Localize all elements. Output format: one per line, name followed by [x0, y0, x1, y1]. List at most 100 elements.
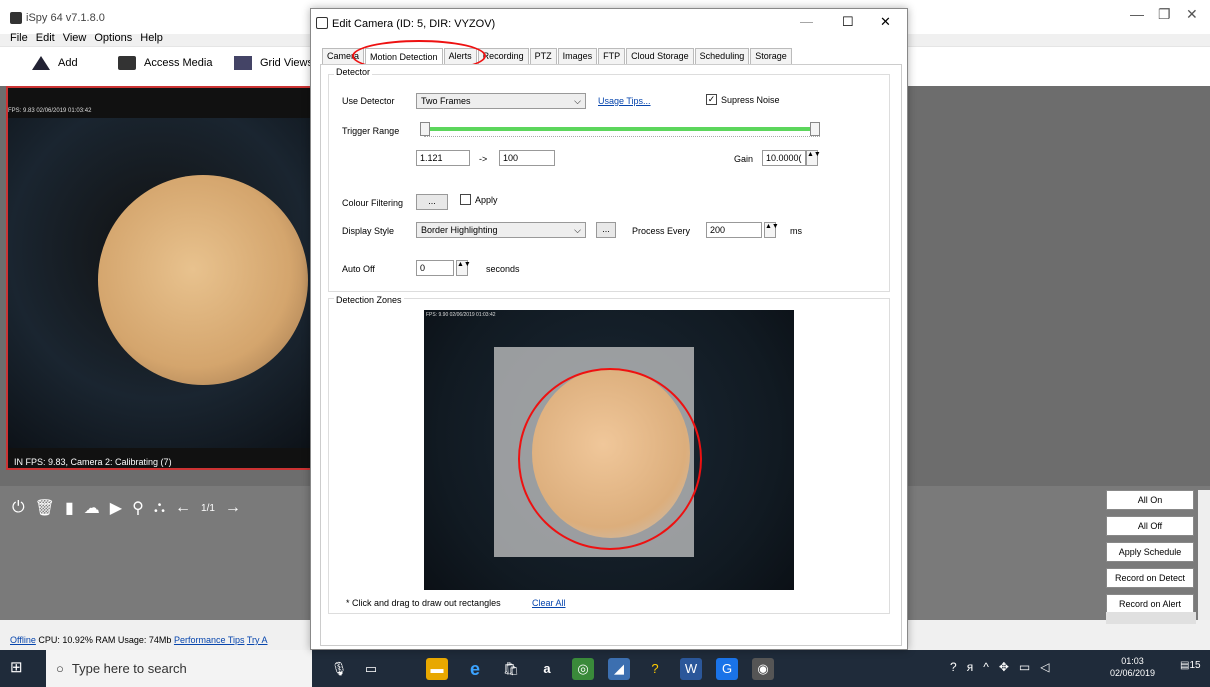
delete-icon[interactable]: 🗑 — [35, 498, 55, 518]
try-link[interactable]: Try A — [247, 635, 268, 645]
process-every-input[interactable]: 200 — [706, 222, 762, 238]
supress-noise-checkbox[interactable]: ✓ Supress Noise — [706, 94, 780, 105]
ispy-taskbar-icon[interactable]: ◉ — [752, 658, 774, 680]
access-media-button[interactable]: Access Media — [118, 56, 212, 70]
add-button[interactable]: Add — [32, 56, 78, 70]
tab-storage[interactable]: Storage — [750, 48, 792, 64]
menu-edit[interactable]: Edit — [36, 32, 55, 44]
auto-off-input[interactable]: 0 — [416, 260, 454, 276]
dialog-close-icon[interactable]: ✕ — [880, 14, 891, 30]
task-view-icon[interactable]: ▭ — [360, 658, 382, 680]
process-spinner-icon[interactable]: ▲▼ — [764, 222, 779, 238]
clear-all-link[interactable]: Clear All — [532, 598, 566, 608]
record-on-detect-button[interactable]: Record on Detect — [1106, 568, 1194, 588]
use-detector-select[interactable]: Two Frames ⌵ — [416, 93, 586, 109]
display-style-select[interactable]: Border Highlighting ⌵ — [416, 222, 586, 238]
tab-ftp[interactable]: FTP — [598, 48, 626, 64]
record-on-alert-button[interactable]: Record on Alert — [1106, 594, 1194, 614]
checkbox-checked-icon: ✓ — [706, 94, 717, 105]
use-detector-label: Use Detector — [342, 96, 395, 106]
save-icon[interactable]: ▮ — [65, 498, 74, 518]
trigger-range-track[interactable] — [424, 127, 820, 131]
all-off-button[interactable]: All Off — [1106, 516, 1194, 536]
g-app-icon[interactable]: G — [716, 658, 738, 680]
youtube-icon[interactable]: ▶ — [110, 498, 122, 518]
close-icon[interactable]: ✕ — [1186, 6, 1198, 23]
detector-group — [328, 74, 890, 292]
menu-view[interactable]: View — [63, 32, 87, 44]
search-icon[interactable]: ⚲ — [132, 498, 144, 518]
menu-file[interactable]: File — [10, 32, 28, 44]
chevron-up-icon[interactable]: ^ — [983, 660, 989, 674]
system-tray: ? ᴙ ^ ✥ ▭ ◁ — [950, 660, 1049, 674]
menubar: File Edit View Options Help — [10, 32, 171, 44]
usage-tips-link[interactable]: Usage Tips... — [598, 96, 651, 106]
help-tray-icon[interactable]: ? — [950, 660, 957, 674]
process-every-label: Process Every — [632, 226, 691, 236]
edge-icon[interactable]: e — [464, 658, 486, 680]
seconds-label: seconds — [486, 264, 520, 274]
search-circle-icon: ○ — [56, 661, 64, 676]
offline-link[interactable]: Offline — [10, 635, 36, 645]
clock[interactable]: 01:03 02/06/2019 — [1110, 655, 1155, 679]
menu-help[interactable]: Help — [140, 32, 163, 44]
dropbox-icon[interactable]: ✥ — [999, 660, 1009, 674]
grid-views-icon — [234, 56, 252, 70]
tab-cloud-storage[interactable]: Cloud Storage — [626, 48, 694, 64]
word-icon[interactable]: W — [680, 658, 702, 680]
camera-status: IN FPS: 9.83, Camera 2: Calibrating (7) — [14, 457, 172, 467]
arrow-left-icon[interactable]: ← — [175, 499, 191, 517]
network-icon[interactable]: ⛬ — [154, 499, 165, 517]
all-on-button[interactable]: All On — [1106, 490, 1194, 510]
trigger-range-min-handle[interactable] — [420, 122, 430, 136]
clock-date: 02/06/2019 — [1110, 668, 1156, 678]
performance-tips-link[interactable]: Performance Tips — [174, 635, 245, 645]
side-scrollbar[interactable] — [1198, 490, 1210, 620]
power-icon[interactable]: ⏻ — [12, 499, 25, 517]
minimize-icon[interactable]: — — [1130, 6, 1144, 22]
restore-icon[interactable]: ❐ — [1158, 6, 1171, 23]
cloud-icon[interactable]: ☁ — [84, 498, 100, 518]
zone-fps-overlay: FPS: 9.90 02/06/2019 01:03:42 — [426, 312, 496, 318]
status-text: Offline CPU: 10.92% RAM Usage: 74Mb Perf… — [10, 635, 268, 645]
display-style-options-button[interactable]: ... — [596, 222, 616, 238]
amazon-icon[interactable]: a — [536, 658, 558, 680]
gain-spinner-icon[interactable]: ▲▼ — [806, 150, 821, 166]
battery-icon[interactable]: ▭ — [1019, 660, 1030, 674]
dialog-maximize-icon[interactable]: ☐ — [842, 14, 854, 30]
volume-icon[interactable]: ◁ — [1040, 660, 1049, 674]
file-explorer-icon[interactable]: ▬ — [426, 658, 448, 680]
grid-views-button[interactable]: Grid Views — [234, 56, 313, 70]
apply-schedule-button[interactable]: Apply Schedule — [1106, 542, 1194, 562]
app-title: iSpy 64 v7.1.8.0 — [26, 12, 105, 24]
tab-images[interactable]: Images — [557, 48, 598, 64]
range-max-input[interactable]: 100 — [499, 150, 555, 166]
ispy-app-icon — [10, 12, 22, 24]
apply-checkbox[interactable]: Apply — [460, 194, 498, 205]
trigger-range-label: Trigger Range — [342, 126, 400, 136]
colour-filter-button[interactable]: ... — [416, 194, 448, 210]
gain-label: Gain — [734, 154, 754, 164]
ms-label: ms — [790, 226, 802, 236]
store-icon[interactable]: 🛍 — [500, 658, 522, 680]
tab-ptz[interactable]: PTZ — [529, 48, 557, 64]
side-hscrollbar[interactable] — [1106, 612, 1196, 624]
dialog-minimize-icon[interactable]: — — [800, 14, 813, 29]
menu-options[interactable]: Options — [94, 32, 132, 44]
arrow-right-icon[interactable]: → — [225, 499, 241, 517]
help-app-icon[interactable]: ? — [644, 658, 666, 680]
notification-icon[interactable]: ▤15 — [1180, 660, 1201, 671]
windows-start-icon[interactable]: ⊞ — [10, 658, 30, 678]
trigger-range-max-handle[interactable] — [810, 122, 820, 136]
app-icon[interactable]: ◢ — [608, 658, 630, 680]
detection-zones-label: Detection Zones — [334, 295, 404, 305]
range-min-input[interactable]: 1.121 — [416, 150, 470, 166]
chevron-down-icon: ⌵ — [574, 224, 581, 235]
gain-input[interactable]: 10.0000( — [762, 150, 806, 166]
auto-off-spinner-icon[interactable]: ▲▼ — [456, 260, 471, 276]
tripadvisor-icon[interactable]: ◎ — [572, 658, 594, 680]
mic-icon[interactable]: 🎙 — [328, 658, 350, 680]
people-icon[interactable]: ᴙ — [967, 660, 974, 674]
taskbar-search[interactable]: ○ Type here to search — [46, 650, 312, 687]
tab-scheduling[interactable]: Scheduling — [694, 48, 750, 64]
